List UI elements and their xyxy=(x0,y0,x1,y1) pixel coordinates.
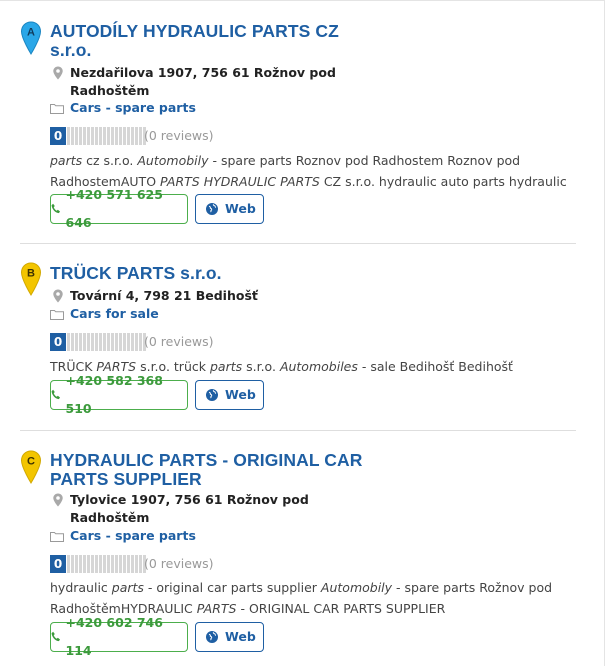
rating-bar xyxy=(67,333,146,351)
globe-icon xyxy=(206,389,218,401)
description-text: - ORIGINAL CAR PARTS SUPPLIER xyxy=(236,601,446,616)
marker-letter: B xyxy=(27,268,35,280)
highlight-text: parts xyxy=(111,580,144,595)
map-marker-c-icon[interactable]: C xyxy=(20,450,42,484)
map-pin-icon xyxy=(53,66,63,80)
map-pin-icon xyxy=(53,289,63,303)
marker-letter: A xyxy=(27,27,35,39)
web-label[interactable]: Web xyxy=(225,623,256,651)
web-label[interactable]: Web xyxy=(225,381,256,409)
description-text: - original car parts supplier xyxy=(143,580,321,595)
description-text: s.r.o. xyxy=(242,359,280,374)
category: Cars - spare parts xyxy=(50,99,250,117)
phone-icon xyxy=(51,203,61,214)
description-text: hydraulic xyxy=(50,580,112,595)
address-line: Tylovice 1907, 756 61 Rožnov pod xyxy=(70,492,309,507)
rating: 0 (0 reviews) xyxy=(50,333,250,351)
listing-title-line[interactable]: PARTS SUPPLIER xyxy=(50,469,202,489)
category: Cars - spare parts xyxy=(50,527,250,545)
highlight-text: Automobiles xyxy=(279,359,358,374)
web-label[interactable]: Web xyxy=(225,195,256,223)
description-text: cz s.r.o. xyxy=(82,153,138,168)
web-button[interactable]: Web xyxy=(195,194,264,224)
rating-score: 0 xyxy=(50,127,66,145)
highlight-text: Automobily xyxy=(320,580,393,595)
web-button[interactable]: Web xyxy=(195,622,264,652)
map-marker-b-icon[interactable]: B xyxy=(20,262,42,296)
map-marker-a-icon[interactable]: A xyxy=(20,21,42,55)
reviews-link[interactable]: (0 reviews) xyxy=(144,555,214,573)
listing-title-line[interactable]: s.r.o. xyxy=(50,40,91,60)
listing-item: B TRÜCK PARTS s.r.o. Tovární 4, 798 21 B… xyxy=(20,244,576,430)
listing-item: A AUTODÍLY HYDRAULIC PARTS CZ s.r.o. Nez… xyxy=(20,0,576,244)
category-link[interactable]: Cars - spare parts xyxy=(70,527,196,545)
phone-number[interactable]: +420 582 368 510 xyxy=(66,367,188,423)
rating-score: 0 xyxy=(50,333,66,351)
address-line: Nezdařilova 1907, 756 61 Rožnov pod xyxy=(70,65,336,80)
highlight-text: parts xyxy=(209,359,243,374)
rating-bar xyxy=(67,555,146,573)
folder-icon xyxy=(50,310,64,320)
marker-letter: C xyxy=(27,456,35,468)
folder-icon xyxy=(50,532,64,542)
phone-number[interactable]: +420 571 625 646 xyxy=(66,181,188,237)
description-text: - spare parts Rožnov pod xyxy=(392,580,553,595)
description-line: hydraulic parts - original car parts sup… xyxy=(50,580,552,595)
description-text: CZ s.r.o. hydraulic auto parts hydraulic xyxy=(319,174,567,189)
listing-title-line[interactable]: AUTODÍLY HYDRAULIC PARTS CZ xyxy=(50,21,339,41)
phone-icon xyxy=(51,389,61,400)
globe-icon xyxy=(206,631,218,643)
address: Tylovice 1907, 756 61 Rožnov pod Radhoště… xyxy=(50,491,350,527)
listing-item: C HYDRAULIC PARTS - ORIGINAL CAR PARTS S… xyxy=(20,431,576,666)
rating-bar xyxy=(67,127,146,145)
rating: 0 (0 reviews) xyxy=(50,127,250,145)
address: Nezdařilova 1907, 756 61 Rožnov pod Radho… xyxy=(50,64,350,100)
highlight-text: PARTS xyxy=(196,601,237,616)
category: Cars for sale xyxy=(50,305,250,323)
category-link[interactable]: Cars for sale xyxy=(70,305,159,323)
description-text: - sale Bedihošť Bedihošť xyxy=(357,359,513,374)
listing-title-link[interactable]: AUTODÍLY HYDRAULIC PARTS CZ s.r.o. xyxy=(50,22,339,60)
listing-title-link[interactable]: TRÜCK PARTS s.r.o. xyxy=(50,264,222,283)
address-line: Radhoštěm xyxy=(70,510,150,525)
reviews-link[interactable]: (0 reviews) xyxy=(144,333,214,351)
category-link[interactable]: Cars - spare parts xyxy=(70,99,196,117)
rating: 0 (0 reviews) xyxy=(50,555,250,573)
phone-icon xyxy=(51,631,61,642)
phone-button[interactable]: +420 602 746 114 xyxy=(50,615,188,658)
globe-icon xyxy=(206,203,218,215)
highlight-text: parts xyxy=(50,153,83,168)
description-text: - spare parts Roznov pod Radhostem Rozno… xyxy=(208,153,521,168)
web-button[interactable]: Web xyxy=(195,380,264,410)
address: Tovární 4, 798 21 Bedihošť xyxy=(50,287,350,305)
description-line: parts cz s.r.o. Automobily - spare parts… xyxy=(50,153,520,168)
reviews-link[interactable]: (0 reviews) xyxy=(144,127,214,145)
address-line: Tovární 4, 798 21 Bedihošť xyxy=(70,288,258,303)
rating-score: 0 xyxy=(50,555,66,573)
map-pin-icon xyxy=(53,493,63,507)
folder-icon xyxy=(50,104,64,114)
phone-button[interactable]: +420 571 625 646 xyxy=(50,187,188,230)
listing-title-link[interactable]: HYDRAULIC PARTS - ORIGINAL CAR PARTS SUP… xyxy=(50,451,363,489)
listing-title-line[interactable]: TRÜCK PARTS s.r.o. xyxy=(50,263,222,283)
phone-number[interactable]: +420 602 746 114 xyxy=(66,609,188,665)
phone-button[interactable]: +420 582 368 510 xyxy=(50,373,188,416)
listing-title-line[interactable]: HYDRAULIC PARTS - ORIGINAL CAR xyxy=(50,450,363,470)
highlight-text: Automobily xyxy=(137,153,209,168)
address-line: Radhoštěm xyxy=(70,83,150,98)
